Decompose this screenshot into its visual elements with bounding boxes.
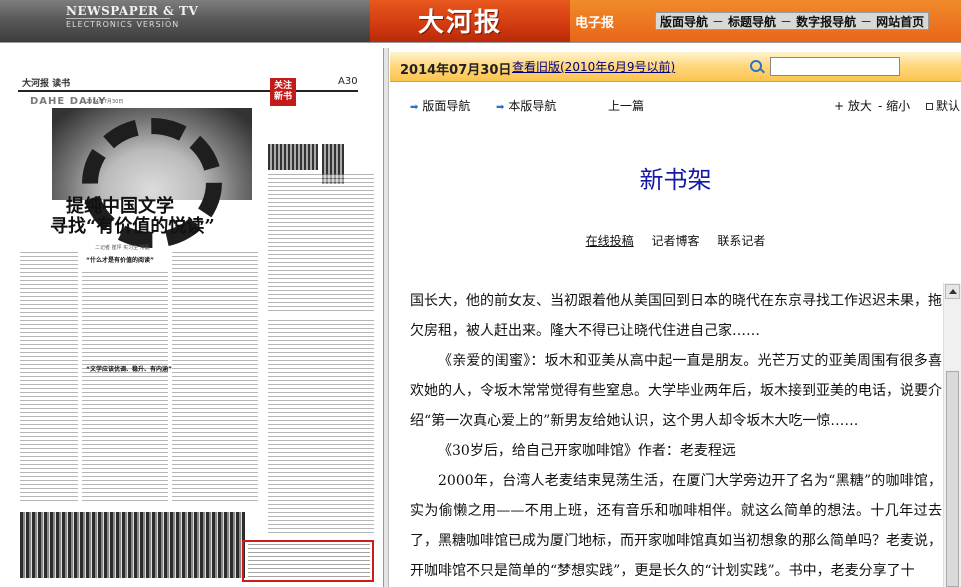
banner-left: NEWSPAPER & TV ELECTRONICS VERSION [0, 0, 370, 42]
page-headline-2[interactable]: 寻找“有价值的悦读” [50, 212, 215, 238]
scroll-up-icon[interactable] [945, 284, 960, 299]
text-column[interactable] [268, 174, 374, 314]
article-paragraph: 国长大，他的前女友、当初跟着他从美国回到日本的晓代在东京寻找工作迟迟未果，拖欠房… [410, 293, 942, 339]
article-pane: 2014年07月30日 查看旧版(2010年6月9号以前) ➡ 版面导航 ➡ 本版导… [390, 52, 961, 587]
current-date: 2014年07月30日 [400, 63, 512, 78]
pane-divider[interactable] [383, 48, 389, 587]
section-tag: 关注新书 [270, 78, 296, 106]
newspaper-page-image[interactable]: 大河报 读书 A30 关注新书 DAHE DAILY 2014年7月30日 提纯… [0, 52, 383, 587]
article-links: 在线投稿 记者博客 联系记者 [390, 232, 961, 249]
selected-article-text[interactable] [248, 544, 370, 578]
arrow-right-icon: ➡ [410, 102, 419, 113]
page-date: 2014年7月30日 [86, 99, 124, 105]
banner-rule [66, 18, 170, 19]
default-size-button[interactable]: 默认 [926, 97, 960, 114]
top-nav-layout[interactable]: 版面导航 [660, 13, 708, 30]
top-nav-titles[interactable]: 标题导航 [728, 13, 776, 30]
top-nav-digital[interactable]: 数字报导航 [796, 13, 856, 30]
page-brand: 大河报 读书 [22, 79, 71, 89]
submit-online-link[interactable]: 在线投稿 [586, 234, 634, 248]
article-paragraph: 2000年，台湾人老麦结束晃荡生活，在厦门大学旁边开了名为“黑糖”的咖啡馆，实为… [410, 473, 942, 579]
logo-area[interactable]: 大河报 [370, 0, 570, 42]
text-column[interactable] [172, 252, 258, 502]
nav-separator: － [860, 14, 873, 29]
article-paragraph: 《亲爱的闺蜜》：坂木和亚美从高中起一直是朋友。光芒万丈的亚美周围有很多喜欢她的人… [410, 353, 942, 429]
page-number: A30 [338, 76, 358, 87]
old-version-link[interactable]: 查看旧版(2010年6月9号以前) [512, 58, 675, 75]
reporter-blog-link[interactable]: 记者博客 [651, 234, 699, 248]
article-paragraph: 《30岁后，给自己开家咖啡馆》作者：老麦程远 [438, 443, 736, 459]
nav-separator: － [780, 14, 793, 29]
square-icon [926, 103, 933, 110]
nav-separator: － [712, 14, 725, 29]
book-cover [268, 144, 318, 170]
banner-title: NEWSPAPER & TV [66, 4, 199, 18]
article-toolbar: ➡ 版面导航 ➡ 本版导航 上一篇 + 放大 - 缩小 默认 [390, 94, 961, 114]
this-layout-nav-button[interactable]: ➡ 本版导航 [496, 97, 556, 114]
text-column[interactable] [268, 320, 374, 536]
top-nav-home[interactable]: 网站首页 [876, 13, 924, 30]
arrow-right-icon: ➡ [496, 102, 505, 113]
text-column[interactable] [82, 272, 168, 502]
top-nav: 版面导航 － 标题导航 － 数字报导航 － 网站首页 [655, 12, 930, 30]
header-divider [0, 42, 961, 51]
date-bar: 2014年07月30日 查看旧版(2010年6月9号以前) [390, 52, 961, 82]
bookstrip-photo [20, 512, 245, 578]
bookshelf-photo [52, 108, 252, 248]
site-banner: NEWSPAPER & TV ELECTRONICS VERSION 大河报 电… [0, 0, 961, 42]
article-body: 国长大，他的前女友、当初跟着他从美国回到日本的晓代在东京寻找工作迟迟未果，拖欠房… [410, 286, 942, 587]
text-column[interactable] [20, 252, 78, 502]
article-title: 新书架 [639, 166, 712, 194]
banner-right: 电子报 版面导航 － 标题导航 － 数字报导航 － 网站首页 [570, 0, 961, 42]
scrollbar-thumb[interactable] [946, 371, 959, 587]
search-input[interactable] [770, 57, 900, 76]
search-icon[interactable] [750, 60, 762, 72]
page-byline: 二记者 崔坪 实习生 常磊 [95, 245, 150, 251]
zoom-in-button[interactable]: + 放大 [834, 97, 872, 114]
article-scrollbar[interactable] [943, 283, 961, 587]
banner-subtitle: ELECTRONICS VERSION [66, 20, 180, 29]
layout-nav-button[interactable]: ➡ 版面导航 [410, 97, 470, 114]
site-logo[interactable]: 大河报 [418, 2, 502, 39]
edition-label: 电子报 [575, 16, 615, 31]
page-subhead: “文学应该优调、稳升、有内涵” [86, 366, 172, 373]
selected-article-highlight[interactable] [242, 540, 374, 582]
zoom-out-button[interactable]: - 缩小 [878, 97, 910, 114]
page-subhead: “什么才是有价值的阅读” [86, 257, 154, 264]
prev-article-link[interactable]: 上一篇 [608, 97, 644, 114]
contact-reporter-link[interactable]: 联系记者 [717, 234, 765, 248]
